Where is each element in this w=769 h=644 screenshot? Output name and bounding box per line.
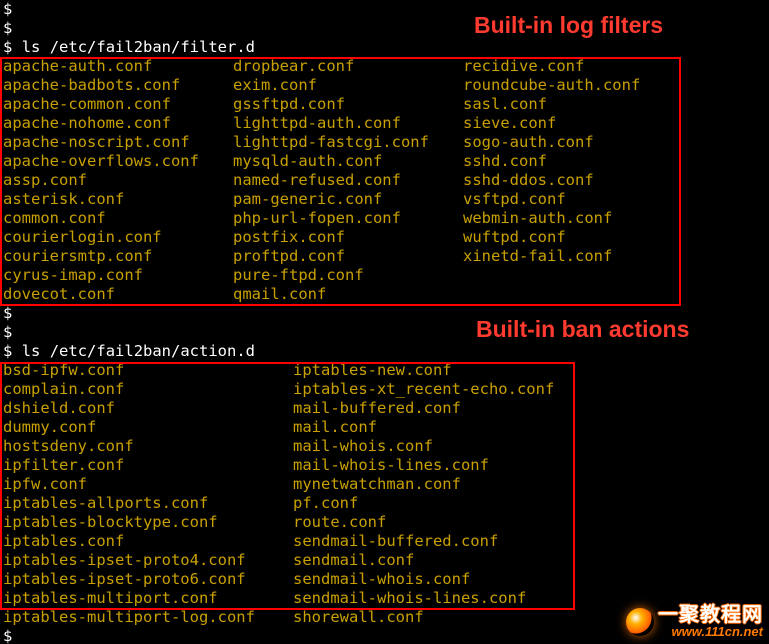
file-entry: bsd-ipfw.conf — [3, 361, 124, 379]
terminal-window[interactable]: $ $ $ ls /etc/fail2ban/filter.d apache-a… — [0, 0, 769, 644]
file-entry: pam-generic.conf — [233, 190, 382, 208]
file-entry: postfix.conf — [233, 228, 345, 246]
file-entry: xinetd-fail.conf — [463, 247, 612, 265]
file-entry: mynetwatchman.conf — [293, 475, 461, 493]
file-entry: sendmail.conf — [293, 551, 414, 569]
file-entry: mail.conf — [293, 418, 377, 436]
file-entry: asterisk.conf — [3, 190, 124, 208]
file-entry: hostsdeny.conf — [3, 437, 134, 455]
file-entry: lighttpd-auth.conf — [233, 114, 401, 132]
annotation-label-actions: Built-in ban actions — [476, 320, 689, 339]
action-col-2: iptables-new.conf iptables-xt_recent-ech… — [293, 361, 554, 627]
annotation-label-filters: Built-in log filters — [474, 16, 663, 35]
file-entry: qmail.conf — [233, 285, 326, 303]
file-entry: sieve.conf — [463, 114, 556, 132]
file-entry: sendmail-whois-lines.conf — [293, 589, 526, 607]
file-entry: recidive.conf — [463, 57, 584, 75]
file-entry: iptables-allports.conf — [3, 494, 208, 512]
action-col-1: bsd-ipfw.conf complain.conf dshield.conf… — [3, 361, 293, 627]
watermark-line1: 一聚教程网 — [658, 605, 763, 625]
watermark-logo-icon — [626, 608, 654, 636]
cwd-tilde — [12, 342, 21, 360]
file-entry: shorewall.conf — [293, 608, 424, 626]
prompt-symbol: $ — [3, 627, 12, 644]
file-entry: mail-buffered.conf — [293, 399, 461, 417]
file-entry: apache-badbots.conf — [3, 76, 180, 94]
file-entry: couriersmtp.conf — [3, 247, 152, 265]
file-entry: roundcube-auth.conf — [463, 76, 640, 94]
command-line-1: $ ls /etc/fail2ban/filter.d — [3, 38, 766, 57]
file-entry: assp.conf — [3, 171, 87, 189]
file-entry: apache-auth.conf — [3, 57, 152, 75]
file-entry: sasl.conf — [463, 95, 547, 113]
filter-col-2: dropbear.conf exim.conf gssftpd.conf lig… — [233, 57, 463, 304]
filter-listing: apache-auth.conf apache-badbots.conf apa… — [3, 57, 766, 304]
file-entry: ipfw.conf — [3, 475, 87, 493]
file-entry: named-refused.conf — [233, 171, 401, 189]
file-entry: proftpd.conf — [233, 247, 345, 265]
file-entry: apache-common.conf — [3, 95, 171, 113]
prompt-symbol: $ — [3, 0, 12, 18]
watermark: 一聚教程网 www.111cn.net — [626, 605, 763, 638]
file-entry: iptables-blocktype.conf — [3, 513, 218, 531]
file-entry: iptables.conf — [3, 532, 124, 550]
file-entry: iptables-multiport-log.conf — [3, 608, 255, 626]
cwd-tilde — [12, 38, 21, 56]
command-path: /etc/fail2ban/action.d — [50, 342, 255, 360]
file-entry: dshield.conf — [3, 399, 115, 417]
file-entry: lighttpd-fastcgi.conf — [233, 133, 429, 151]
file-entry: dummy.conf — [3, 418, 96, 436]
filter-col-3: recidive.conf roundcube-auth.conf sasl.c… — [463, 57, 640, 304]
prompt-symbol: $ — [3, 304, 12, 322]
file-entry: sendmail-whois.conf — [293, 570, 470, 588]
file-entry: courierlogin.conf — [3, 228, 162, 246]
file-entry: dropbear.conf — [233, 57, 354, 75]
command-line-2: $ ls /etc/fail2ban/action.d — [3, 342, 766, 361]
file-entry: iptables-ipset-proto4.conf — [3, 551, 246, 569]
prompt-symbol: $ — [3, 38, 12, 56]
file-entry: iptables-xt_recent-echo.conf — [293, 380, 554, 398]
file-entry: cyrus-imap.conf — [3, 266, 143, 284]
command-text: ls — [22, 342, 41, 360]
watermark-text: 一聚教程网 www.111cn.net — [658, 605, 763, 638]
file-entry: mysqld-auth.conf — [233, 152, 382, 170]
file-entry: exim.conf — [233, 76, 317, 94]
file-entry: php-url-fopen.conf — [233, 209, 401, 227]
command-text: ls — [22, 38, 41, 56]
prompt-symbol: $ — [3, 342, 12, 360]
file-entry: mail-whois.conf — [293, 437, 433, 455]
file-entry: mail-whois-lines.conf — [293, 456, 489, 474]
file-entry: sshd.conf — [463, 152, 547, 170]
file-entry: apache-noscript.conf — [3, 133, 190, 151]
file-entry: route.conf — [293, 513, 386, 531]
file-entry: iptables-new.conf — [293, 361, 452, 379]
filter-col-1: apache-auth.conf apache-badbots.conf apa… — [3, 57, 233, 304]
command-path: /etc/fail2ban/filter.d — [50, 38, 255, 56]
file-entry: apache-overflows.conf — [3, 152, 199, 170]
file-entry: pf.conf — [293, 494, 358, 512]
file-entry: sshd-ddos.conf — [463, 171, 594, 189]
file-entry: apache-nohome.conf — [3, 114, 171, 132]
file-entry: webmin-auth.conf — [463, 209, 612, 227]
file-entry: wuftpd.conf — [463, 228, 566, 246]
prompt-symbol: $ — [3, 19, 12, 37]
file-entry: dovecot.conf — [3, 285, 115, 303]
file-entry: complain.conf — [3, 380, 124, 398]
file-entry: common.conf — [3, 209, 106, 227]
file-entry: gssftpd.conf — [233, 95, 345, 113]
file-entry: sendmail-buffered.conf — [293, 532, 498, 550]
file-entry: vsftpd.conf — [463, 190, 566, 208]
file-entry: ipfilter.conf — [3, 456, 124, 474]
action-listing: bsd-ipfw.conf complain.conf dshield.conf… — [3, 361, 766, 627]
watermark-line2: www.111cn.net — [658, 625, 763, 638]
file-entry: sogo-auth.conf — [463, 133, 594, 151]
prompt-symbol: $ — [3, 323, 12, 341]
file-entry: pure-ftpd.conf — [233, 266, 364, 284]
file-entry: iptables-ipset-proto6.conf — [3, 570, 246, 588]
file-entry: iptables-multiport.conf — [3, 589, 218, 607]
